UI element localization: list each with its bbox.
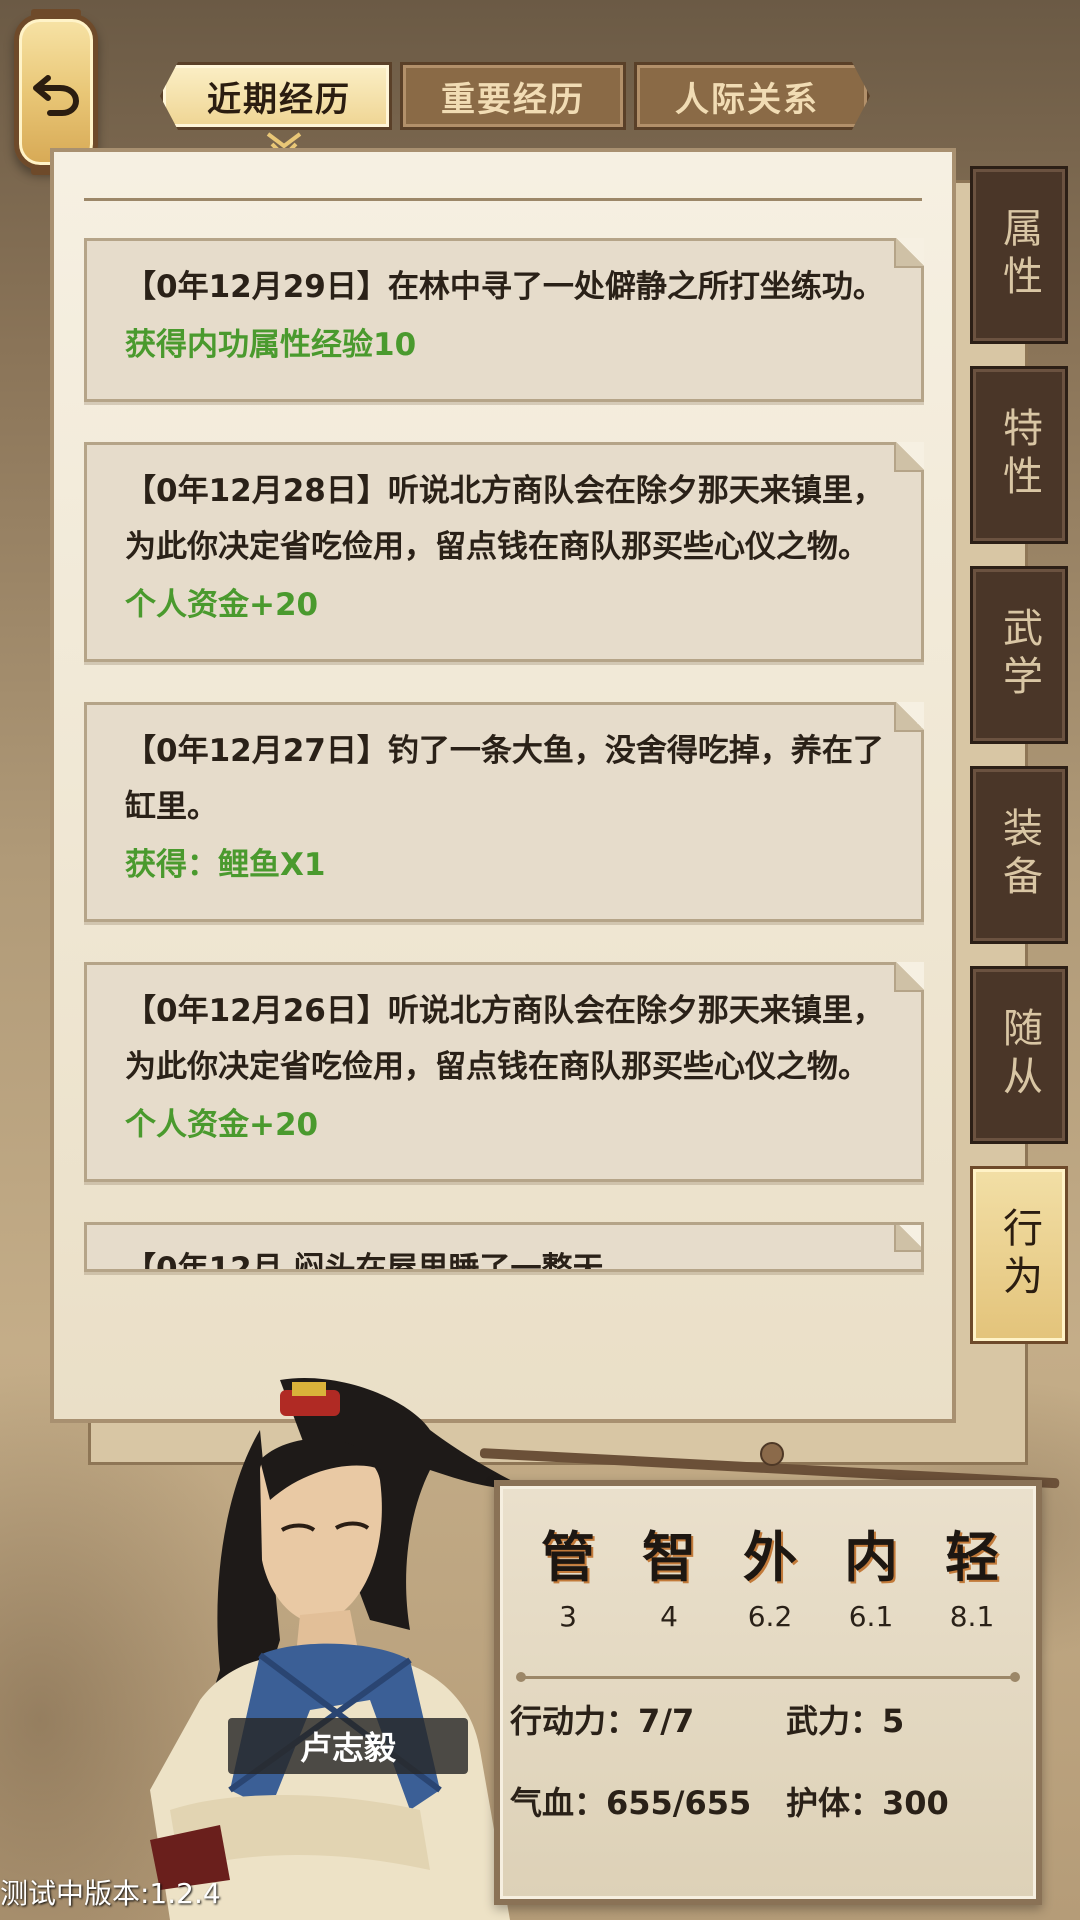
experience-reward: 个人资金+20 (125, 587, 319, 623)
attribute-management: 管 3 (520, 1526, 616, 1633)
attribute-value: 6.2 (747, 1600, 793, 1633)
stat-armor: 护体：300 (786, 1784, 949, 1822)
experience-card: 【0年12月27日】钓了一条大鱼，没舍得吃掉，养在了缸里。 获得：鲤鱼X1 (84, 702, 924, 922)
side-tab-attributes[interactable]: 属性 (970, 166, 1068, 344)
tab-relations[interactable]: 人际关系 (634, 62, 870, 130)
attribute-glyph: 管 (541, 1525, 595, 1589)
side-tab-label: 行为 (996, 1207, 1042, 1303)
side-tab-label: 武学 (996, 607, 1042, 703)
character-portrait (150, 1378, 530, 1920)
experience-card: 【0年12月26日】听说北方商队会在除夕那天来镇里，为此你决定省吃俭用，留点钱在… (84, 962, 924, 1182)
experience-reward: 获得：鲤鱼X1 (125, 847, 326, 883)
stats-divider (516, 1672, 1020, 1682)
experience-list[interactable]: 【0年12月29日】在林中寻了一处僻静之所打坐练功。 获得内功属性经验10 【0… (84, 238, 924, 1312)
attribute-value: 8.1 (949, 1600, 995, 1633)
experience-card: 【0年12月29日】在林中寻了一处僻静之所打坐练功。 获得内功属性经验10 (84, 238, 924, 402)
experience-card: 【0年12月28日】听说北方商队会在除夕那天来镇里，为此你决定省吃俭用，留点钱在… (84, 442, 924, 662)
side-tab-label: 属性 (996, 207, 1042, 303)
experience-reward: 个人资金+20 (125, 1107, 319, 1143)
side-tab-equipment[interactable]: 装备 (970, 766, 1068, 944)
attribute-value: 3 (559, 1600, 577, 1633)
side-tab-label: 装备 (996, 807, 1042, 903)
back-button[interactable] (14, 9, 98, 175)
attribute-agility: 轻 8.1 (924, 1526, 1020, 1633)
version-label: 测试中版本:1.2.4 (0, 1877, 221, 1910)
experience-text: 【0年12月27日】钓了一条大鱼，没舍得吃掉，养在了缸里。 (125, 733, 884, 825)
attribute-value: 4 (660, 1600, 678, 1633)
attribute-glyph: 智 (642, 1525, 696, 1589)
tab-important[interactable]: 重要经历 (400, 62, 626, 130)
panel-divider (84, 198, 922, 201)
stat-force: 武力：5 (786, 1702, 905, 1740)
side-tab-martial-arts[interactable]: 武学 (970, 566, 1068, 744)
stats-panel: 管 3 智 4 外 6.2 内 6.1 轻 8.1 行动力：7/7 武力：5 气… (494, 1480, 1042, 1905)
attribute-glyph: 轻 (945, 1525, 999, 1589)
side-tabs: 属性 特性 武学 装备 随从 行为 (970, 166, 1070, 1366)
experience-reward: 获得内功属性经验10 (125, 327, 417, 363)
top-tabs: 近期经历 重要经历 人际关系 (160, 62, 870, 132)
side-tab-followers[interactable]: 随从 (970, 966, 1068, 1144)
attribute-value: 6.1 (848, 1600, 894, 1633)
attribute-wisdom: 智 4 (621, 1526, 717, 1633)
tab-recent[interactable]: 近期经历 (160, 62, 392, 130)
attribute-glyph: 外 (743, 1525, 797, 1589)
side-tab-behavior[interactable]: 行为 (970, 1166, 1068, 1344)
side-tab-label: 随从 (996, 1007, 1042, 1103)
experience-text: 【0年12月28日】听说北方商队会在除夕那天来镇里，为此你决定省吃俭用，留点钱在… (125, 473, 884, 565)
attribute-external: 外 6.2 (722, 1526, 818, 1633)
character-name: 卢志毅 (228, 1718, 468, 1774)
experience-text: 【0年12月29日】在林中寻了一处僻静之所打坐练功。 (125, 269, 884, 305)
experience-card: 【0年12月 闷头在屋里睡了一整天 (84, 1222, 924, 1272)
back-arrow-icon (33, 75, 80, 116)
stat-action-points: 行动力：7/7 (510, 1702, 695, 1740)
attribute-internal: 内 6.1 (823, 1526, 919, 1633)
side-tab-traits[interactable]: 特性 (970, 366, 1068, 544)
hanging-knob (760, 1442, 784, 1466)
attribute-row: 管 3 智 4 外 6.2 内 6.1 轻 8.1 (520, 1526, 1020, 1633)
experience-panel[interactable]: 【0年12月29日】在林中寻了一处僻静之所打坐练功。 获得内功属性经验10 【0… (50, 148, 956, 1423)
side-tab-label: 特性 (996, 407, 1042, 503)
experience-text: 【0年12月 闷头在屋里睡了一整天 (125, 1251, 604, 1272)
attribute-glyph: 内 (844, 1525, 898, 1589)
stat-hp: 气血：655/655 (510, 1784, 752, 1822)
experience-text: 【0年12月26日】听说北方商队会在除夕那天来镇里，为此你决定省吃俭用，留点钱在… (125, 993, 884, 1085)
